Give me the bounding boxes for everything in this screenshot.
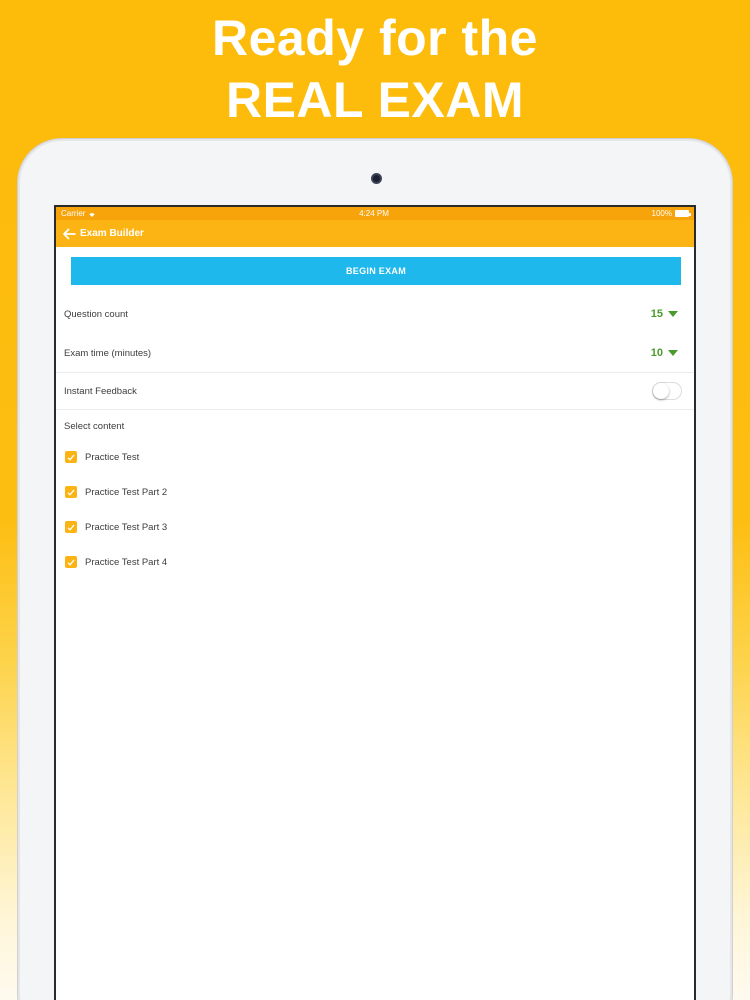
battery-icon — [675, 210, 691, 217]
checkbox-checked[interactable] — [65, 486, 77, 498]
battery-percent: 100% — [651, 209, 672, 218]
content-item-label: Practice Test — [85, 451, 140, 463]
headline-line-2: REAL EXAM — [225, 72, 525, 128]
select-content-label: Select content — [64, 420, 125, 432]
question-count-row: Question count 15 — [56, 295, 694, 333]
back-arrow-icon[interactable] — [62, 228, 76, 240]
checkbox-checked[interactable] — [65, 556, 77, 568]
content-item-label: Practice Test Part 2 — [85, 486, 168, 498]
instant-feedback-row: Instant Feedback — [56, 373, 694, 410]
checkbox-checked[interactable] — [65, 451, 77, 463]
nav-bar: Exam Builder — [56, 220, 694, 247]
status-carrier-group: Carrier — [61, 209, 96, 218]
nav-title: Exam Builder — [80, 228, 144, 239]
content-item-4[interactable]: Practice Test Part 4 — [65, 556, 167, 568]
content-item-label: Practice Test Part 3 — [85, 521, 168, 533]
content-item-2[interactable]: Practice Test Part 2 — [65, 486, 167, 498]
tablet-frame: Carrier 4:24 PM 100% Exam Builder BEGIN … — [18, 139, 732, 1000]
checkmark-icon — [67, 524, 75, 531]
dropdown-triangle-icon — [668, 311, 678, 317]
question-count-label: Question count — [64, 308, 128, 320]
exam-time-picker[interactable]: 10 — [651, 347, 688, 359]
question-count-picker[interactable]: 15 — [651, 308, 688, 320]
instant-feedback-toggle[interactable] — [652, 382, 682, 400]
status-time: 4:24 PM — [359, 209, 389, 218]
toggle-knob — [653, 383, 669, 399]
content-item-label: Practice Test Part 4 — [85, 556, 168, 568]
instant-feedback-label: Instant Feedback — [64, 385, 137, 397]
app-screen: Carrier 4:24 PM 100% Exam Builder BEGIN … — [54, 205, 696, 1000]
status-bar: Carrier 4:24 PM 100% — [56, 207, 694, 220]
checkbox-checked[interactable] — [65, 521, 77, 533]
promo-headline: Ready for the REAL EXAM — [0, 8, 750, 130]
camera-icon — [371, 173, 382, 184]
exam-time-value: 10 — [650, 347, 663, 359]
status-battery-group: 100% — [651, 209, 691, 218]
checkmark-icon — [67, 489, 75, 496]
checkmark-icon — [67, 559, 75, 566]
headline-line-1: Ready for the — [211, 10, 538, 66]
question-count-value: 15 — [650, 308, 663, 320]
exam-time-label: Exam time (minutes) — [64, 347, 152, 359]
exam-time-row: Exam time (minutes) 10 — [56, 334, 694, 373]
content-item-3[interactable]: Practice Test Part 3 — [65, 521, 167, 533]
content-item-1[interactable]: Practice Test — [65, 451, 139, 463]
carrier-label: Carrier — [61, 209, 86, 218]
select-content-row: Select content — [56, 412, 694, 440]
wifi-icon — [89, 212, 96, 217]
dropdown-triangle-icon — [668, 350, 678, 356]
checkmark-icon — [67, 454, 75, 461]
begin-exam-button[interactable]: BEGIN EXAM — [71, 257, 681, 285]
